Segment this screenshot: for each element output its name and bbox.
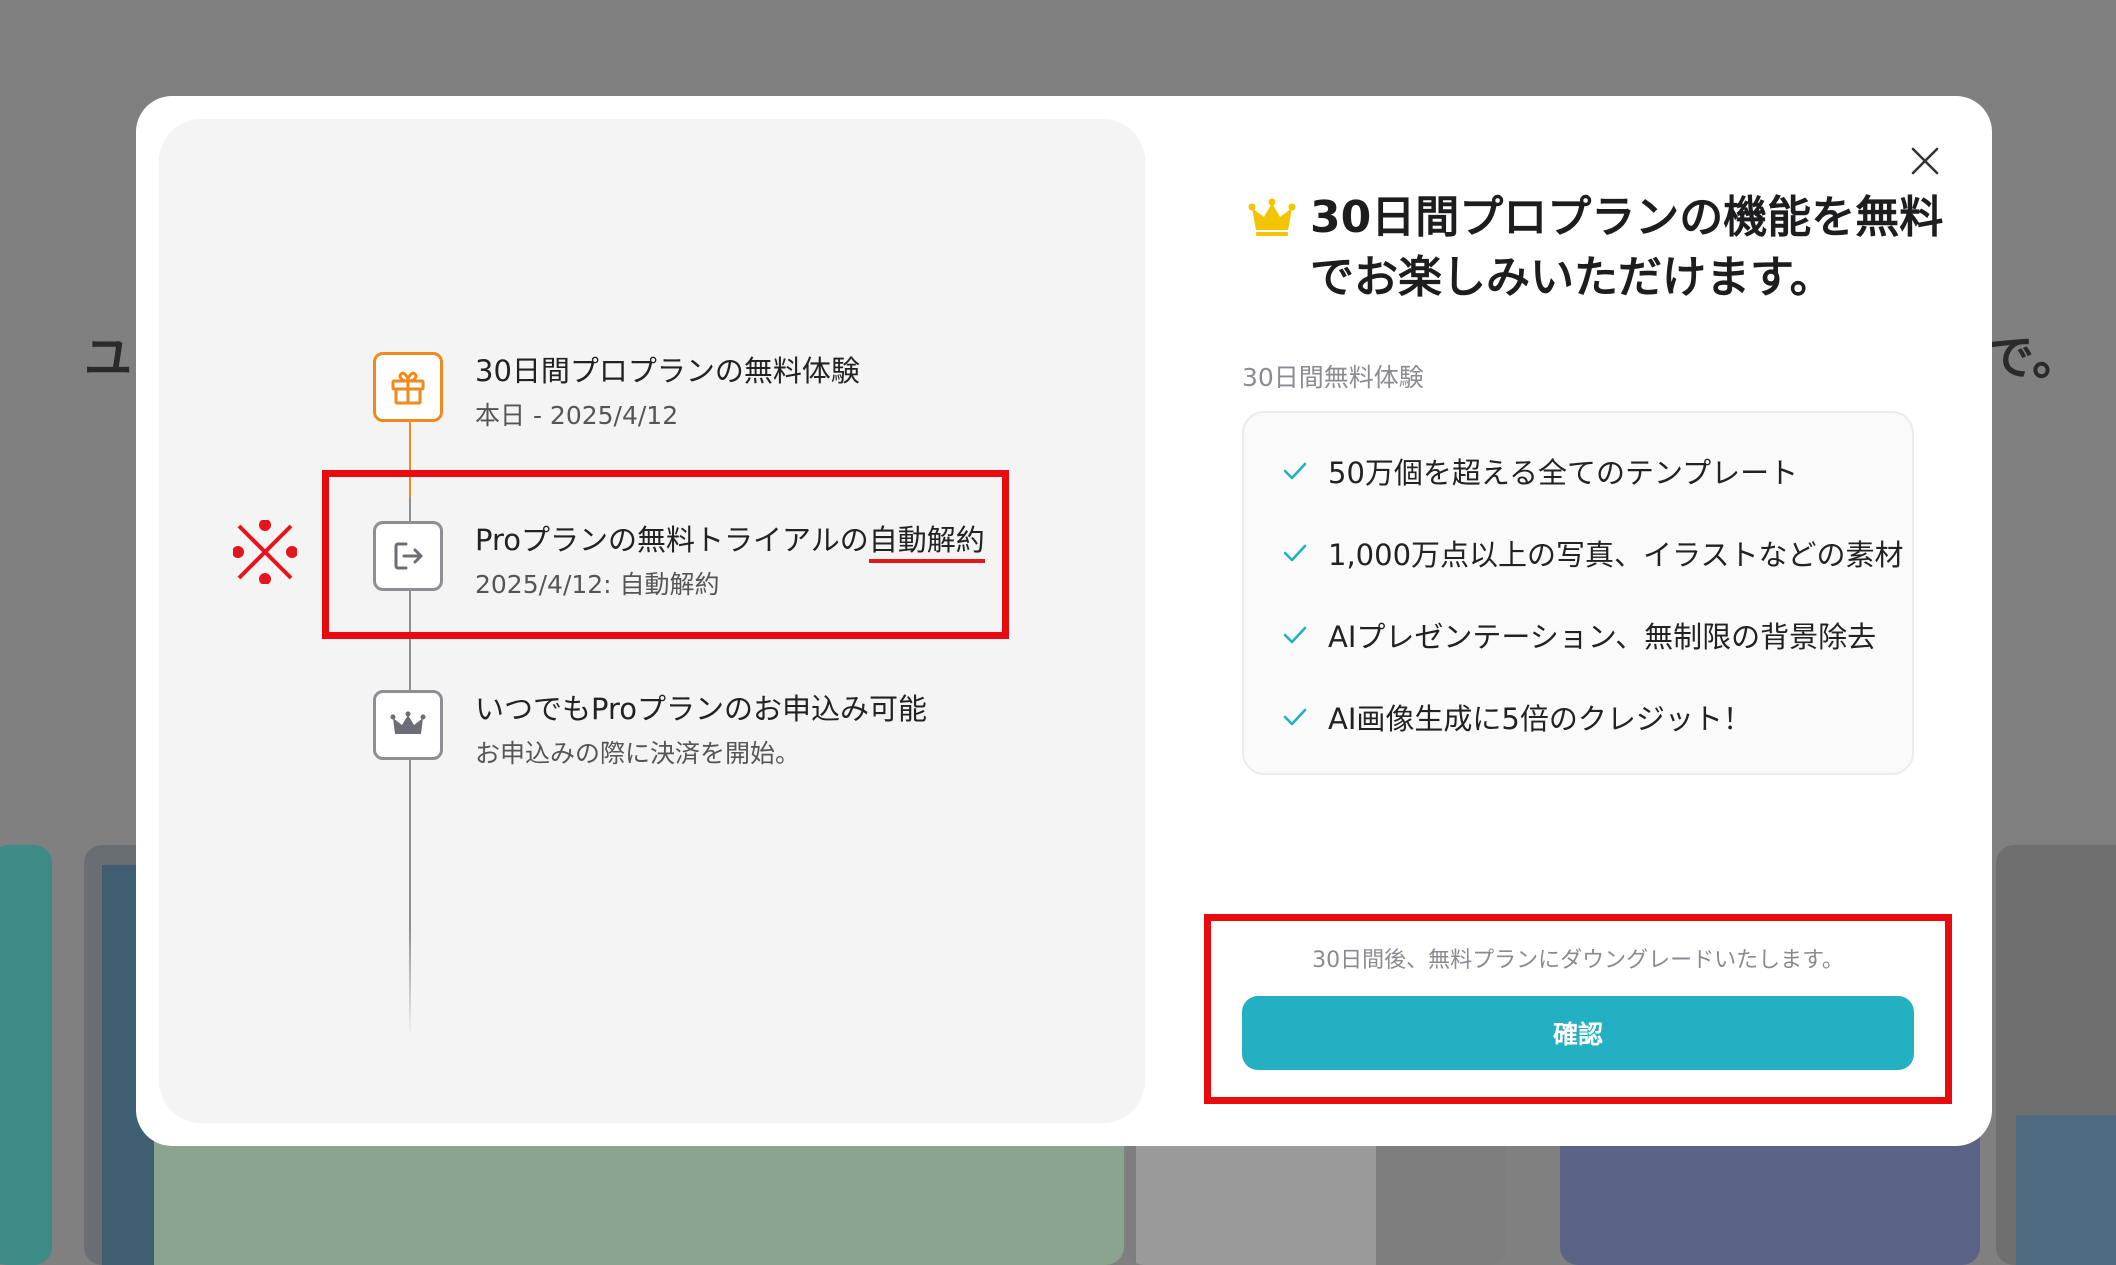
highlight-box-auto-cancel: [322, 470, 1009, 639]
background-heading-left: ユ: [84, 330, 133, 386]
crown-gold-icon: [1248, 196, 1296, 242]
features-list: 50万個を超える全てのテンプレート 1,000万点以上の写真、イラストなどの素材…: [1242, 411, 1914, 775]
feature-item: 50万個を超える全てのテンプレート: [1282, 451, 1798, 491]
close-button[interactable]: [1900, 136, 1950, 186]
feature-item: AIプレゼンテーション、無制限の背景除去: [1282, 615, 1876, 655]
feature-item: AI画像生成に5倍のクレジット！: [1282, 697, 1752, 737]
step-1-date: 本日 - 2025/4/12: [475, 401, 679, 430]
feature-item: 1,000万点以上の写真、イラストなどの素材: [1282, 533, 1903, 573]
step-1-title: 30日間プロプランの無料体験: [475, 354, 860, 388]
background-heading-right: で。: [1986, 330, 2081, 386]
dialog-headline: 30日間プロプランの機能を無料でお楽しみいただけます。: [1310, 192, 1944, 303]
close-icon: [1911, 147, 1939, 175]
highlight-box-confirm: [1204, 914, 1952, 1104]
crown-icon: [373, 690, 443, 760]
annotation-mark: [232, 519, 298, 585]
step-3-title: いつでもProプランのお申込み可能: [475, 692, 928, 726]
gift-icon: [373, 352, 443, 422]
feature-text: AI画像生成に5倍のクレジット！: [1328, 702, 1752, 736]
features-section-label: 30日間無料体験: [1242, 363, 1424, 392]
step-3-description: お申込みの際に決済を開始。: [475, 739, 801, 768]
check-icon: [1283, 708, 1307, 726]
background-card-5: [1996, 845, 2116, 1265]
feature-text: 1,000万点以上の写真、イラストなどの素材: [1328, 538, 1904, 572]
check-icon: [1283, 626, 1307, 644]
feature-text: 50万個を超える全てのテンプレート: [1328, 456, 1799, 490]
background-card-1: [0, 845, 52, 1265]
check-icon: [1283, 462, 1307, 480]
check-icon: [1283, 544, 1307, 562]
feature-text: AIプレゼンテーション、無制限の背景除去: [1328, 620, 1877, 654]
